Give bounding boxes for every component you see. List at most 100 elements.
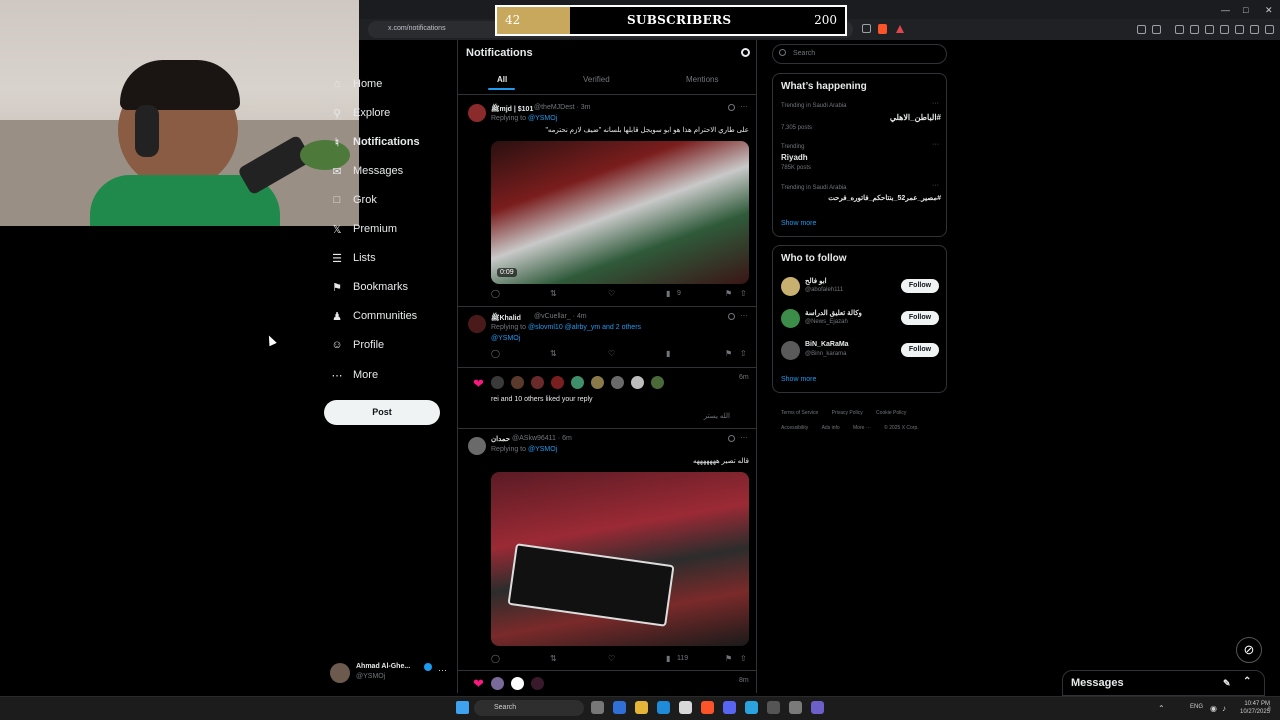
more-dots-icon[interactable]: ··· xyxy=(932,141,939,148)
settings-gear-icon[interactable] xyxy=(741,48,750,57)
reply-mention[interactable]: @YSMOj xyxy=(528,446,557,453)
share-icon[interactable]: ⇧ xyxy=(740,289,747,298)
bookmark-icon[interactable]: ⚑ xyxy=(725,349,732,358)
views-icon[interactable]: ▮ xyxy=(666,289,670,298)
more-dots-icon[interactable]: ··· xyxy=(438,665,447,675)
follow-button[interactable]: Follow xyxy=(901,311,939,325)
tab-mentions[interactable]: Mentions xyxy=(686,75,718,84)
nav-explore[interactable]: ⚲ Explore xyxy=(330,103,390,123)
menu-icon[interactable] xyxy=(1265,25,1274,34)
like-icon[interactable]: ♡ xyxy=(608,654,615,663)
app-icon[interactable] xyxy=(767,701,780,714)
trend-item[interactable]: Trending Riyadh 785K posts ··· xyxy=(781,141,941,174)
trend-item[interactable]: Trending in Saudi Arabia #مصير_عمر52_بنت… xyxy=(781,182,941,207)
follow-suggestion[interactable]: ابو فالح @abofaleh111 Follow xyxy=(781,276,941,298)
grok-icon[interactable] xyxy=(728,313,735,320)
extension-icon[interactable] xyxy=(1137,25,1146,34)
nav-premium[interactable]: 𝕏 Premium xyxy=(330,219,397,239)
minimize-icon[interactable]: — xyxy=(1221,5,1230,15)
notification-item[interactable]: ﷺmjd | $101 @theMJDest · 3m ··· Replying… xyxy=(458,96,756,306)
more-dots-icon[interactable]: ··· xyxy=(932,182,939,189)
tweet-video[interactable]: 0:09 xyxy=(491,141,749,284)
more-dots-icon[interactable]: ··· xyxy=(740,102,748,111)
wifi-icon[interactable]: ◉ xyxy=(1210,704,1217,713)
brave-icon[interactable] xyxy=(701,701,714,714)
nav-lists[interactable]: ☰ Lists xyxy=(330,248,376,268)
compose-message-icon[interactable]: ✎ xyxy=(1223,678,1231,689)
bookmark-icon[interactable]: ⚑ xyxy=(725,289,732,298)
nav-grok[interactable]: □ Grok xyxy=(330,190,377,210)
like-icon[interactable]: ♡ xyxy=(608,349,615,358)
views-icon[interactable]: ▮ xyxy=(666,654,670,663)
tab-all[interactable]: All xyxy=(497,75,507,84)
share-icon[interactable] xyxy=(862,24,871,33)
start-icon[interactable] xyxy=(456,701,469,714)
telegram-icon[interactable] xyxy=(745,701,758,714)
copilot-icon[interactable] xyxy=(613,701,626,714)
share-icon[interactable]: ⇧ xyxy=(740,349,747,358)
nav-profile[interactable]: ☺ Profile xyxy=(330,335,384,355)
footer-link[interactable]: Privacy Policy xyxy=(832,410,863,416)
chevron-up-icon[interactable]: ⌃ xyxy=(1158,704,1165,713)
show-more-link[interactable]: Show more xyxy=(781,220,816,227)
grok-icon[interactable] xyxy=(728,104,735,111)
settings-icon[interactable] xyxy=(1250,25,1259,34)
clock[interactable]: 10:47 PM 10/27/2025 xyxy=(1240,700,1270,716)
reply-mention[interactable]: @slovml10 @alrby_ym and 2 others xyxy=(528,324,641,331)
brave-shield-icon[interactable] xyxy=(878,24,887,34)
store-icon[interactable] xyxy=(679,701,692,714)
more-dots-icon[interactable]: ··· xyxy=(740,433,748,442)
close-icon[interactable]: ✕ xyxy=(1265,5,1273,16)
like-icon[interactable]: ♡ xyxy=(608,289,615,298)
language-indicator[interactable]: ENG xyxy=(1190,704,1203,710)
share-icon[interactable]: ⇧ xyxy=(740,654,747,663)
notification-item[interactable]: ❤ 6m rei and 10 others liked your reply … xyxy=(458,368,756,426)
nav-more[interactable]: ⋯ More xyxy=(330,365,379,385)
reply-icon[interactable]: ◯ xyxy=(491,289,500,298)
retweet-icon[interactable]: ⇅ xyxy=(550,349,557,358)
discord-icon[interactable] xyxy=(723,701,736,714)
retweet-icon[interactable]: ⇅ xyxy=(550,654,557,663)
footer-link[interactable]: Ads info xyxy=(822,425,840,431)
follow-button[interactable]: Follow xyxy=(901,343,939,357)
maximize-icon[interactable]: □ xyxy=(1243,5,1248,15)
task-view-icon[interactable] xyxy=(591,701,604,714)
edge-icon[interactable] xyxy=(657,701,670,714)
reply-icon[interactable]: ◯ xyxy=(491,349,500,358)
footer-link[interactable]: Terms of Service xyxy=(781,410,818,416)
nav-bookmarks[interactable]: ⚑ Bookmarks xyxy=(330,277,408,297)
reply-mention[interactable]: @YSMOj xyxy=(528,115,557,122)
wallet-icon[interactable] xyxy=(1220,25,1229,34)
reply-mention[interactable]: @YSMOj xyxy=(491,335,520,342)
tab-verified[interactable]: Verified xyxy=(583,75,610,84)
more-dots-icon[interactable]: ··· xyxy=(740,311,748,320)
tweet-image[interactable] xyxy=(491,472,749,646)
retweet-icon[interactable]: ⇅ xyxy=(550,289,557,298)
brave-rewards-icon[interactable] xyxy=(896,25,904,33)
notification-item[interactable]: ❤ 8m xyxy=(458,671,756,693)
obs-icon[interactable] xyxy=(789,701,802,714)
taskbar-search[interactable]: Search xyxy=(474,700,584,716)
music-icon[interactable] xyxy=(1190,25,1199,34)
bookmark-icon[interactable]: ⚑ xyxy=(725,654,732,663)
follow-suggestion[interactable]: BiN_KaRaMa @Binn_karama Follow xyxy=(781,340,941,362)
post-button[interactable]: Post xyxy=(324,400,440,425)
more-dots-icon[interactable]: ··· xyxy=(932,100,939,107)
app-icon[interactable] xyxy=(811,701,824,714)
file-explorer-icon[interactable] xyxy=(635,701,648,714)
account-switcher[interactable]: Ahmad Al-Ghe... @YSMOj ··· xyxy=(330,661,450,687)
chevron-up-icon[interactable]: ⌃ xyxy=(1243,676,1251,687)
nav-home[interactable]: ⌂ Home xyxy=(330,74,383,94)
views-icon[interactable]: ▮ xyxy=(666,349,670,358)
messages-drawer[interactable]: Messages ✎ ⌃ xyxy=(1062,670,1265,696)
nav-messages[interactable]: ✉ Messages xyxy=(330,161,403,181)
volume-icon[interactable]: ♪ xyxy=(1222,704,1226,713)
footer-link[interactable]: More ··· xyxy=(853,425,871,431)
nav-notifications[interactable]: ♮ Notifications xyxy=(330,132,420,152)
download-icon[interactable] xyxy=(1175,25,1184,34)
grok-floating-icon[interactable]: ⊘ xyxy=(1236,637,1262,663)
shield-icon[interactable] xyxy=(1235,25,1244,34)
search-input[interactable]: Search xyxy=(772,44,947,64)
follow-button[interactable]: Follow xyxy=(901,279,939,293)
show-more-link[interactable]: Show more xyxy=(781,376,816,383)
